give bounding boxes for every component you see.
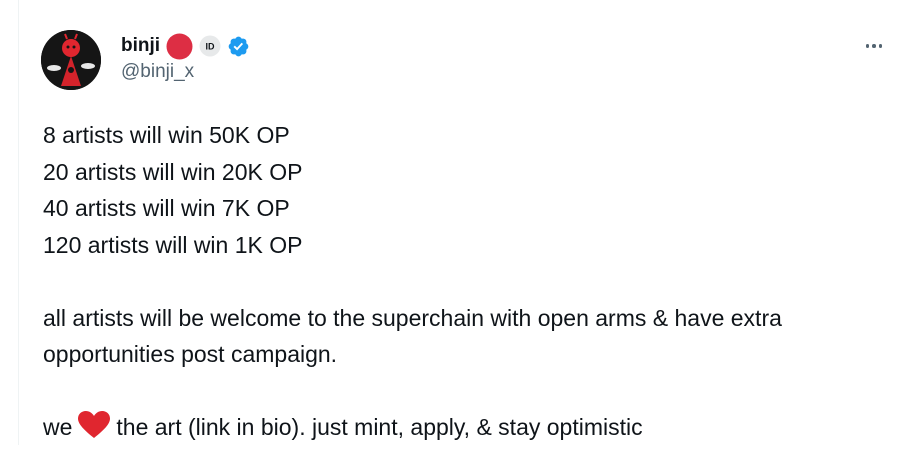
handle[interactable]: @binji_x bbox=[121, 60, 250, 84]
more-options-button[interactable] bbox=[859, 36, 889, 56]
text-line: opportunities post campaign. bbox=[43, 341, 338, 367]
paragraph-break bbox=[43, 373, 903, 410]
text-line: 40 artists will win 7K OP bbox=[43, 195, 290, 221]
text-fragment: we bbox=[43, 414, 73, 440]
text-line: we the art (link in bio). just mint, appl… bbox=[43, 409, 903, 446]
text-line: 20 artists will win 20K OP bbox=[43, 158, 303, 185]
more-dot bbox=[878, 44, 883, 48]
id-badge-icon[interactable]: ID bbox=[199, 35, 221, 57]
avatar-image bbox=[41, 30, 101, 90]
display-name[interactable]: binji bbox=[121, 33, 160, 59]
red-heart-icon bbox=[78, 411, 111, 450]
tweet-text: 8 artists will win 50K OP 20 artists wil… bbox=[43, 117, 903, 446]
svg-text:ID: ID bbox=[206, 42, 216, 52]
text-fragment: the art (link in bio). just mint, apply,… bbox=[116, 414, 643, 440]
text-line: all artists will be welcome to the super… bbox=[43, 304, 782, 331]
name-row: binji ID bbox=[121, 33, 250, 59]
tweet-header: binji ID @binji_x bbox=[121, 33, 250, 84]
more-horizontal-icon bbox=[865, 44, 870, 48]
more-dot bbox=[872, 44, 876, 48]
red-circle-emoji-icon bbox=[166, 33, 193, 60]
paragraph-break bbox=[43, 263, 903, 300]
text-line: 120 artists will win 1K OP bbox=[43, 231, 303, 258]
avatar[interactable] bbox=[41, 30, 101, 90]
text-line: 8 artists will win 50K OP bbox=[43, 122, 290, 148]
timeline-divider bbox=[18, 0, 19, 445]
verified-badge-icon[interactable] bbox=[227, 35, 250, 58]
tweet-card: binji ID @binji_x 8 artists will win 50K… bbox=[0, 0, 913, 445]
